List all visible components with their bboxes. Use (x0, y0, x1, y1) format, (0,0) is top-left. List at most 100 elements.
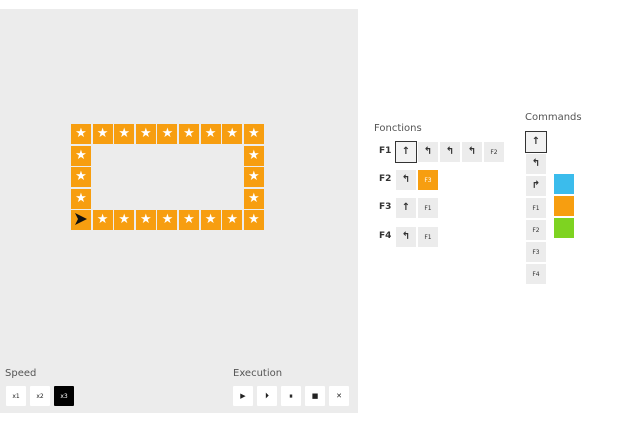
star-icon: ★ (161, 126, 174, 141)
star-icon: ★ (75, 169, 87, 185)
star-icon: ★ (96, 212, 109, 228)
star-icon: ★ (204, 126, 217, 141)
star-icon: ★ (247, 190, 260, 206)
star-tile: ★ (71, 124, 91, 144)
star-tile: ★ (135, 124, 156, 144)
function-slot-call[interactable]: F1 (418, 198, 438, 218)
function-label-f1: F1 (379, 146, 392, 156)
star-tile: ★ (71, 145, 91, 166)
star-icon: ★ (96, 126, 109, 141)
star-tile: ★ (157, 210, 178, 231)
star-tile: ★ (222, 124, 243, 144)
star-tile: ★ (243, 188, 264, 209)
star-tile: ★ (114, 210, 135, 231)
turn-left-icon: ↰ (401, 174, 411, 185)
pause-icon: ⏸ (289, 391, 293, 400)
function-label-f2: F2 (379, 174, 392, 184)
step-icon: ⏵ (265, 391, 269, 400)
command-call-label: F3 (532, 248, 540, 256)
clear-button[interactable]: ✕ (329, 386, 349, 406)
star-tile: ★ (243, 210, 264, 231)
arrow-up-icon: ↑ (531, 136, 541, 147)
speed-label: Speed (5, 368, 37, 379)
robot-arrow-icon (74, 211, 88, 230)
speed-option-label: x2 (36, 392, 44, 400)
command-f1[interactable]: F1 (526, 198, 546, 218)
step-button[interactable]: ⏵ (257, 386, 277, 406)
speed-x2-button[interactable]: x2 (30, 386, 50, 406)
arrow-up-icon: ↑ (401, 146, 411, 157)
star-icon: ★ (226, 126, 239, 141)
function-slot-left[interactable]: ↰ (396, 170, 416, 190)
pause-button[interactable]: ⏸ (281, 386, 301, 406)
star-icon: ★ (247, 169, 260, 185)
command-color-swatch[interactable] (554, 174, 574, 194)
star-icon: ★ (226, 212, 239, 228)
function-slot-forward[interactable]: ↑ (396, 198, 416, 218)
functions-label: Fonctions (374, 123, 422, 134)
function-slot-left[interactable]: ↰ (440, 142, 460, 162)
function-slot-left[interactable]: ↰ (396, 227, 416, 247)
function-slot-call[interactable]: F3 (418, 170, 438, 190)
command-left[interactable]: ↰ (526, 154, 546, 174)
arrow-up-icon: ↑ (401, 202, 411, 213)
star-tile: ★ (71, 188, 91, 209)
speed-x1-button[interactable]: x1 (6, 386, 26, 406)
play-button[interactable]: ▶ (233, 386, 253, 406)
star-icon: ★ (204, 212, 217, 228)
command-call-label: F4 (532, 270, 540, 278)
turn-left-icon: ↰ (423, 146, 433, 157)
star-tile: ★ (179, 124, 199, 144)
play-icon: ▶ (240, 391, 246, 400)
turn-left-icon: ↰ (531, 158, 541, 169)
command-f2[interactable]: F2 (526, 220, 546, 240)
execution-label: Execution (233, 368, 283, 379)
turn-left-icon: ↰ (401, 231, 411, 242)
star-tile: ★ (243, 145, 264, 166)
function-slot-left[interactable]: ↰ (462, 142, 482, 162)
star-icon: ★ (75, 190, 87, 206)
function-slot-call[interactable]: F2 (484, 142, 504, 162)
command-f3[interactable]: F3 (526, 242, 546, 262)
star-tile: ★ (71, 167, 91, 188)
star-tile: ★ (179, 210, 199, 231)
star-tile: ★ (135, 210, 156, 231)
star-tile: ★ (243, 124, 264, 144)
star-icon: ★ (183, 126, 195, 141)
star-icon: ★ (139, 212, 152, 228)
star-tile: ★ (200, 210, 221, 231)
star-icon: ★ (183, 212, 195, 228)
star-icon: ★ (247, 126, 260, 141)
speed-x3-button[interactable]: x3 (54, 386, 74, 406)
star-tile: ★ (114, 124, 135, 144)
command-forward[interactable]: ↑ (525, 131, 547, 153)
function-label-f3: F3 (379, 202, 392, 212)
speed-option-label: x3 (60, 392, 68, 400)
turn-left-icon: ↰ (467, 146, 477, 157)
star-icon: ★ (118, 212, 131, 228)
star-tile: ★ (243, 167, 264, 188)
star-tile: ★ (157, 124, 178, 144)
star-icon: ★ (139, 126, 152, 141)
slot-call-label: F1 (424, 204, 432, 212)
clear-icon: ✕ (336, 391, 342, 400)
function-slot-left[interactable]: ↰ (418, 142, 438, 162)
slot-call-label: F1 (424, 233, 432, 241)
function-slot-call[interactable]: F1 (418, 227, 438, 247)
star-icon: ★ (247, 212, 260, 228)
function-label-f4: F4 (379, 231, 392, 241)
command-right[interactable]: ↱ (526, 176, 546, 196)
stop-button[interactable]: ■ (305, 386, 325, 406)
robot (71, 210, 91, 231)
star-icon: ★ (75, 147, 87, 163)
function-slot-forward[interactable]: ↑ (395, 141, 417, 163)
commands-label: Commands (525, 112, 582, 123)
command-call-label: F1 (532, 204, 540, 212)
command-f4[interactable]: F4 (526, 264, 546, 284)
command-color-swatch[interactable] (554, 218, 574, 238)
command-color-swatch[interactable] (554, 196, 574, 216)
command-call-label: F2 (532, 226, 540, 234)
star-tile: ★ (222, 210, 243, 231)
star-tile: ★ (200, 124, 221, 144)
star-tile: ★ (92, 124, 113, 144)
